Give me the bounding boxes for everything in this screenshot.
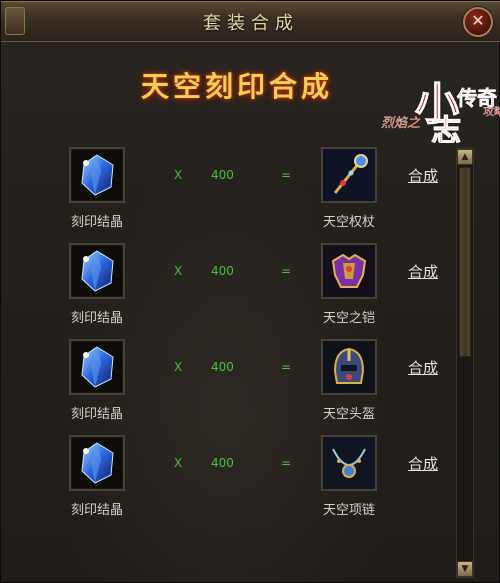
craft-button[interactable]: 合成 (408, 357, 438, 378)
helmet-icon (323, 341, 375, 393)
result-name: 天空之铠 (322, 311, 375, 326)
window-title: 套装合成 (203, 13, 299, 34)
equals-sign: = (281, 360, 292, 374)
scrollbar[interactable]: ▲ ▼ (456, 148, 474, 578)
game-logo: 烈焰之 小 志 传奇 攻略 (381, 78, 500, 143)
material-slot[interactable] (69, 435, 125, 491)
result-name: 天空项链 (322, 503, 375, 518)
material-quantity: 400 (211, 456, 234, 470)
material-name: 刻印结晶 (70, 215, 123, 230)
result-name: 天空头盔 (322, 407, 375, 422)
craft-button[interactable]: 合成 (408, 165, 438, 186)
armor-icon (323, 245, 375, 297)
recipe-row: 刻印结晶 X 400 = 天空项链 合成 (21, 429, 451, 525)
equals-sign: = (281, 264, 292, 278)
blue-crystal-icon (81, 250, 114, 292)
equals-sign: = (281, 456, 292, 470)
material-name: 刻印结晶 (70, 407, 123, 422)
arrow-up-icon: ▲ (461, 152, 469, 162)
recipe-list: 刻印结晶 X 400 = 天空权杖 合成 刻印结晶 X 400 = 天空之铠 合… (21, 141, 451, 573)
title-bar: 套装合成 ✕ (1, 1, 500, 42)
svg-text:志: 志 (431, 114, 461, 143)
multiply-sign: X (174, 264, 183, 278)
scroll-thumb[interactable] (459, 167, 471, 357)
material-name: 刻印结晶 (70, 311, 123, 326)
recipe-row: 刻印结晶 X 400 = 天空之铠 合成 (21, 237, 451, 333)
material-slot[interactable] (69, 243, 125, 299)
multiply-sign: X (174, 168, 183, 182)
craft-button[interactable]: 合成 (408, 453, 438, 474)
scroll-down-button[interactable]: ▼ (457, 561, 473, 577)
recipe-row: 刻印结晶 X 400 = 天空权杖 合成 (21, 141, 451, 237)
material-name: 刻印结晶 (70, 503, 123, 518)
synthesis-window: 套装合成 ✕ 天空刻印合成 烈焰之 小 志 传奇 攻略 刻印结晶 X 400 =… (0, 0, 500, 583)
banner-title: 天空刻印合成 (141, 70, 334, 103)
material-quantity: 400 (211, 264, 234, 278)
result-slot[interactable] (321, 243, 377, 299)
result-slot[interactable] (321, 339, 377, 395)
close-icon: ✕ (471, 11, 485, 30)
blue-crystal-icon (81, 442, 114, 484)
result-slot[interactable] (321, 435, 377, 491)
result-slot[interactable] (321, 147, 377, 203)
scroll-up-button[interactable]: ▲ (457, 149, 473, 165)
material-slot[interactable] (69, 339, 125, 395)
close-button[interactable]: ✕ (463, 7, 493, 37)
craft-button[interactable]: 合成 (408, 261, 438, 282)
scepter-icon (323, 149, 375, 201)
equals-sign: = (281, 168, 292, 182)
necklace-icon (323, 437, 375, 489)
blue-crystal-icon (81, 346, 114, 388)
material-quantity: 400 (211, 168, 234, 182)
multiply-sign: X (174, 456, 183, 470)
recipe-row: 刻印结晶 X 400 = 天空头盔 合成 (21, 333, 451, 429)
result-name: 天空权杖 (322, 215, 375, 230)
multiply-sign: X (174, 360, 183, 374)
svg-text:攻略: 攻略 (483, 104, 500, 118)
material-quantity: 400 (211, 360, 234, 374)
material-slot[interactable] (69, 147, 125, 203)
blue-crystal-icon (81, 154, 114, 196)
arrow-down-icon: ▼ (461, 564, 469, 574)
